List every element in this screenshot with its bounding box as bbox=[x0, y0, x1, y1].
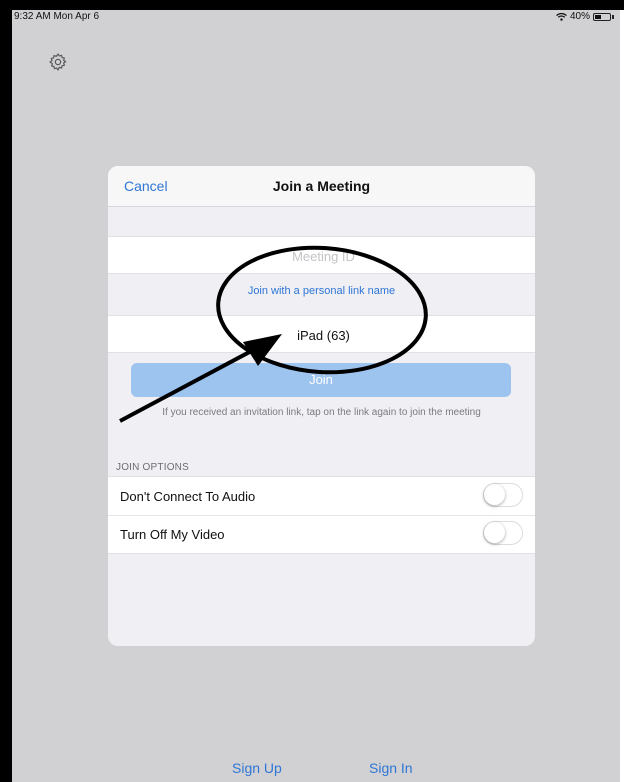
option-label-video: Turn Off My Video bbox=[120, 527, 225, 542]
sign-in-link[interactable]: Sign In bbox=[369, 760, 413, 776]
status-right: 40% bbox=[556, 10, 614, 24]
option-row-video: Turn Off My Video bbox=[108, 515, 535, 553]
personal-link-name-link[interactable]: Join with a personal link name bbox=[108, 285, 535, 297]
status-bar: 9:32 AM Mon Apr 6 40% bbox=[12, 10, 620, 24]
gear-icon bbox=[49, 53, 67, 72]
join-button[interactable]: Join bbox=[131, 363, 511, 397]
name-row bbox=[108, 315, 535, 354]
device-frame-left bbox=[0, 0, 12, 782]
dialog-header: Cancel Join a Meeting bbox=[108, 166, 535, 207]
battery-tip bbox=[612, 15, 614, 19]
battery-percent: 40% bbox=[569, 11, 590, 22]
sign-up-link[interactable]: Sign Up bbox=[232, 760, 282, 776]
join-options-heading: JOIN OPTIONS bbox=[116, 462, 189, 473]
settings-button[interactable] bbox=[48, 52, 68, 72]
dialog-title: Join a Meeting bbox=[272, 178, 371, 194]
join-meeting-dialog: Cancel Join a Meeting Join with a person… bbox=[108, 166, 535, 646]
dont-connect-audio-toggle[interactable] bbox=[483, 483, 523, 507]
option-label-audio: Don't Connect To Audio bbox=[120, 489, 256, 504]
turn-off-video-toggle[interactable] bbox=[483, 521, 523, 545]
meeting-id-row bbox=[108, 236, 535, 275]
device-frame-top bbox=[0, 0, 624, 10]
option-row-audio: Don't Connect To Audio bbox=[108, 477, 535, 516]
status-time: 9:32 AM Mon Apr 6 bbox=[14, 11, 100, 22]
screen-name-input[interactable] bbox=[108, 316, 535, 354]
invitation-hint: If you received an invitation link, tap … bbox=[162, 407, 481, 418]
battery-icon bbox=[593, 13, 611, 21]
screen: 9:32 AM Mon Apr 6 40% Cancel Join a Meet… bbox=[12, 10, 620, 782]
meeting-id-input[interactable] bbox=[108, 237, 535, 275]
cancel-button[interactable]: Cancel bbox=[124, 178, 168, 194]
join-options-group: Don't Connect To Audio Turn Off My Video bbox=[108, 476, 535, 554]
wifi-icon bbox=[556, 13, 567, 21]
